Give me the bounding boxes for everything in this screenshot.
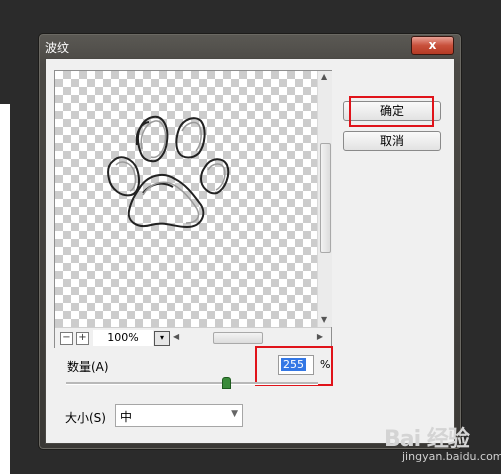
chevron-down-icon: ▼ [231,409,238,419]
ripple-dialog: 波纹 x ▲ ▼ − + 100% ▾ ◀ ▶ 确定 取消 数量(A) 255 … [38,33,462,450]
scroll-left-arrow-icon[interactable]: ◀ [173,332,179,341]
dialog-title: 波纹 [45,41,70,55]
amount-slider-track[interactable] [66,382,318,385]
size-label: 大小(S) [65,411,106,425]
background-panel [0,104,10,474]
paw-print-image [107,115,230,228]
zoom-level-field[interactable]: 100% [93,330,153,346]
size-select[interactable]: 中 ▼ [115,404,243,427]
zoom-out-button[interactable]: − [60,332,73,345]
scroll-up-arrow-icon[interactable]: ▲ [321,72,327,81]
close-button[interactable]: x [411,36,454,55]
vertical-scroll-thumb[interactable] [320,143,331,253]
preview-vertical-scrollbar[interactable]: ▲ ▼ [317,71,332,327]
baidu-watermark: Bai 经验 [384,427,470,452]
dialog-body: ▲ ▼ − + 100% ▾ ◀ ▶ 确定 取消 数量(A) 255 % 大小(… [45,58,455,444]
amount-label: 数量(A) [67,360,109,374]
preview-zoom-bar: − + 100% ▾ ◀ ▶ [55,327,331,348]
watermark-url: jingyan.baidu.com [402,450,501,463]
scroll-right-arrow-icon[interactable]: ▶ [317,332,323,341]
zoom-dropdown-button[interactable]: ▾ [154,331,170,346]
cancel-button[interactable]: 取消 [343,131,441,151]
zoom-in-button[interactable]: + [76,332,89,345]
amount-slider-thumb[interactable] [222,377,231,389]
size-selected-value: 中 [120,410,133,424]
preview-horizontal-scrollbar[interactable]: ◀ ▶ [173,332,323,344]
horizontal-scroll-thumb[interactable] [213,332,263,344]
ok-highlight-box [349,96,434,127]
scroll-down-arrow-icon[interactable]: ▼ [321,315,327,324]
amount-highlight-box [255,346,333,386]
preview-panel: ▲ ▼ − + 100% ▾ ◀ ▶ [54,70,332,348]
